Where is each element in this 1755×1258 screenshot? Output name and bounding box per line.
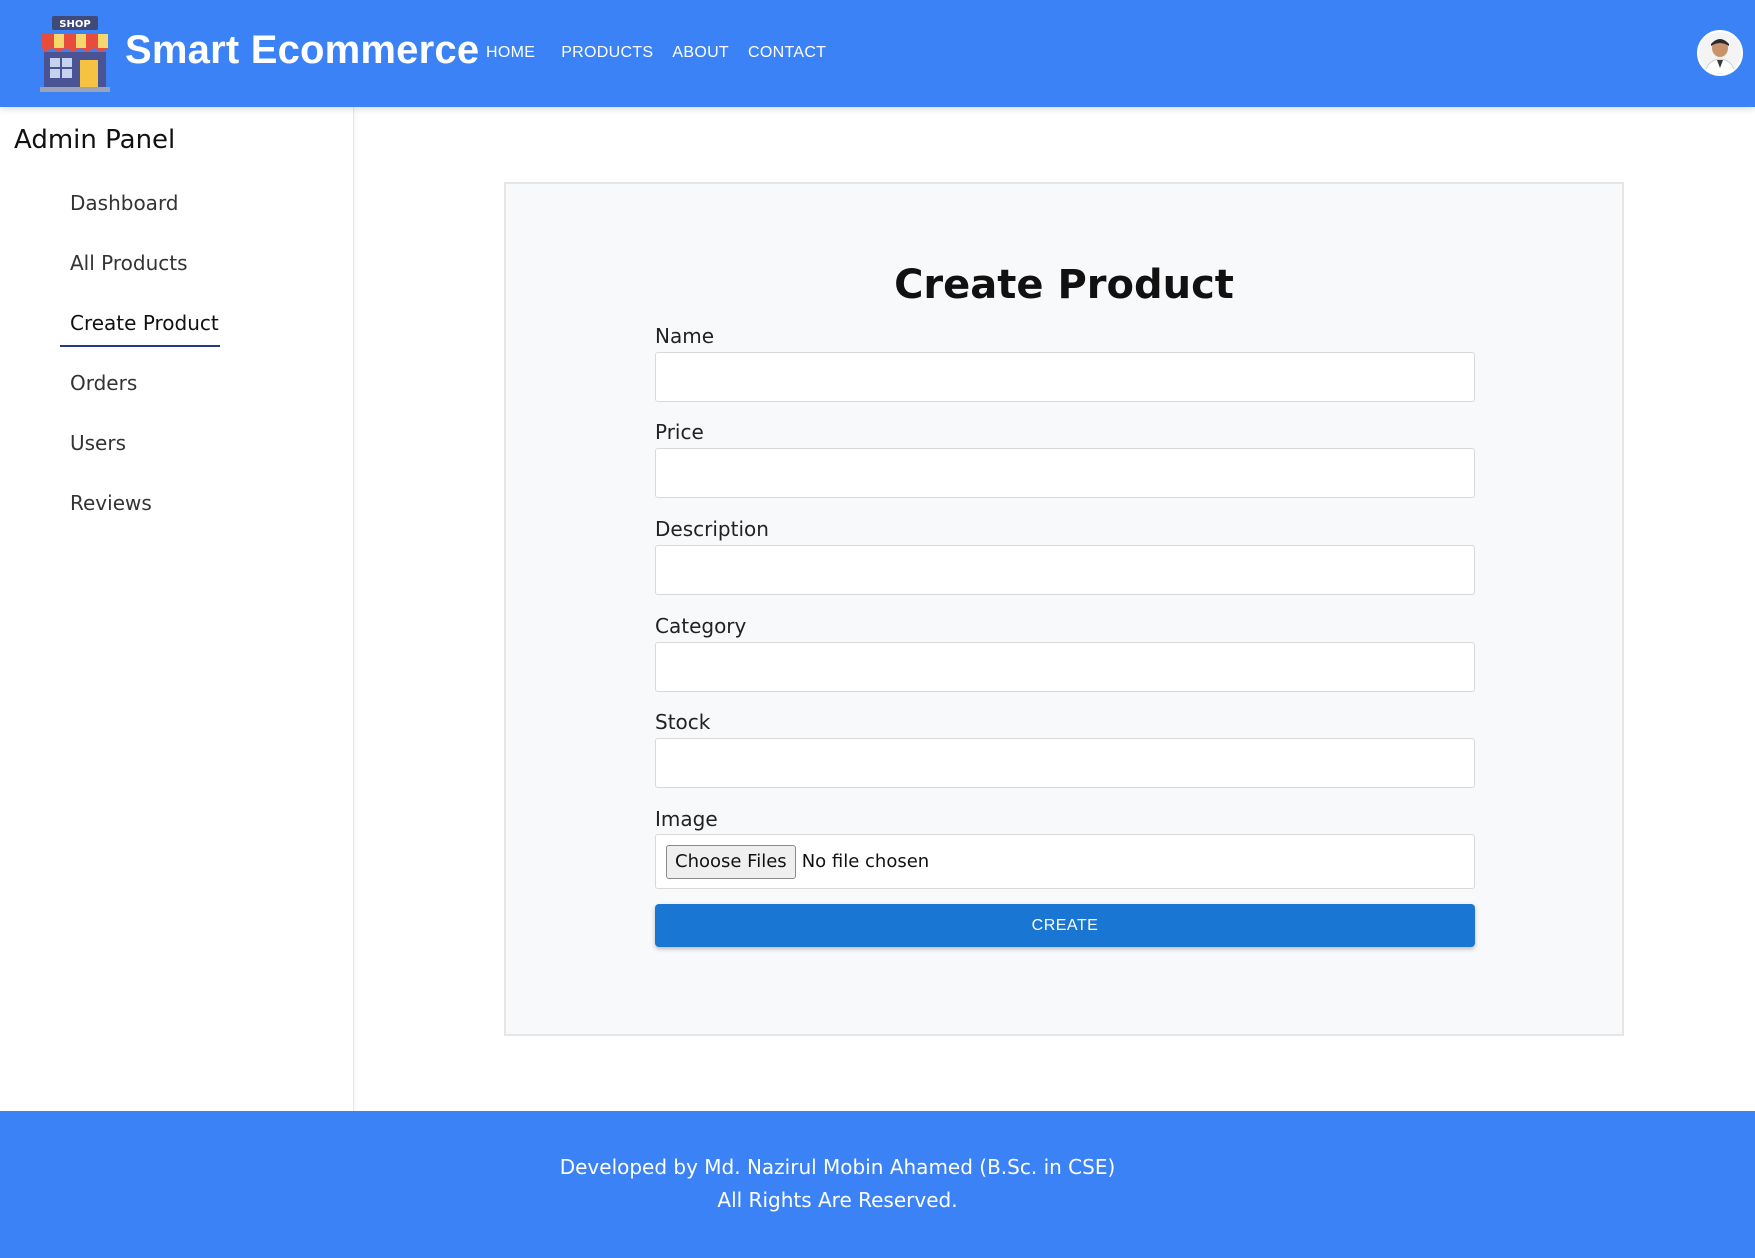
user-avatar[interactable]: [1697, 30, 1743, 76]
footer-credit: Developed by Md. Nazirul Mobin Ahamed (B…: [559, 1155, 1116, 1179]
page-title: Create Product: [894, 262, 1234, 308]
name-input[interactable]: [655, 352, 1475, 402]
nav-home[interactable]: HOME: [486, 44, 535, 62]
create-product-card: Create Product Name Price Description Ca…: [504, 182, 1624, 1036]
image-file-input[interactable]: Choose Files No file chosen: [655, 834, 1475, 889]
sidebar-item-all-products[interactable]: All Products: [70, 251, 188, 275]
footer-rights: All Rights Are Reserved.: [717, 1188, 958, 1212]
sidebar-item-users[interactable]: Users: [70, 431, 126, 455]
brand-name[interactable]: Smart Ecommerce: [125, 28, 479, 73]
description-input[interactable]: [655, 545, 1475, 595]
sidebar-item-dashboard[interactable]: Dashboard: [70, 191, 179, 215]
create-button[interactable]: CREATE: [655, 904, 1475, 947]
description-label: Description: [655, 517, 769, 541]
file-status-text: No file chosen: [801, 851, 930, 872]
main-nav: HOME PRODUCTS ABOUT CONTACT: [486, 44, 845, 62]
nav-contact[interactable]: CONTACT: [748, 44, 826, 62]
active-item-underline: [60, 345, 220, 347]
sidebar-item-orders[interactable]: Orders: [70, 371, 137, 395]
stock-input[interactable]: [655, 738, 1475, 788]
svg-text:SHOP: SHOP: [59, 19, 90, 30]
sidebar-item-reviews[interactable]: Reviews: [70, 491, 152, 515]
top-navbar: SHOP Smart Ecommerce HOME PRODUCTS ABOUT…: [0, 0, 1755, 107]
price-input[interactable]: [655, 448, 1475, 498]
nav-products[interactable]: PRODUCTS: [561, 44, 653, 62]
category-label: Category: [655, 614, 747, 638]
nav-about[interactable]: ABOUT: [672, 44, 729, 62]
category-input[interactable]: [655, 642, 1475, 692]
image-label: Image: [655, 807, 718, 831]
sidebar-item-create-product[interactable]: Create Product: [70, 311, 219, 335]
name-label: Name: [655, 324, 715, 348]
choose-files-button[interactable]: Choose Files: [666, 844, 796, 879]
admin-sidebar: Admin Panel Dashboard All Products Creat…: [0, 107, 354, 1111]
price-label: Price: [655, 420, 704, 444]
sidebar-title: Admin Panel: [14, 125, 176, 155]
footer: Developed by Md. Nazirul Mobin Ahamed (B…: [0, 1111, 1755, 1258]
shop-logo-icon[interactable]: SHOP: [38, 14, 112, 92]
stock-label: Stock: [655, 710, 711, 734]
